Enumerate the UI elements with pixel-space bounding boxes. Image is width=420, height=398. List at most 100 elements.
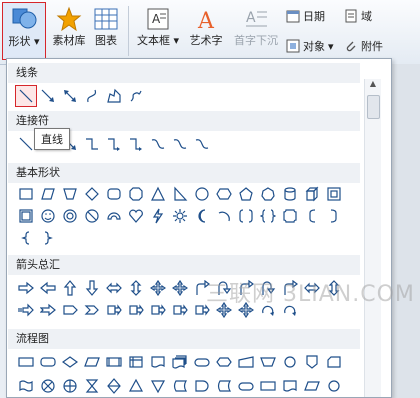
shape-flow-sort[interactable]	[103, 375, 125, 397]
shape-flow-process[interactable]	[257, 375, 279, 397]
shape-curved-connector[interactable]	[191, 133, 213, 155]
shape-trapezoid[interactable]	[59, 183, 81, 205]
shape-arrow-line[interactable]	[37, 85, 59, 107]
shape-arc[interactable]	[213, 205, 235, 227]
shape-elbow-arrow[interactable]	[125, 133, 147, 155]
dropcap-button[interactable]: A 首字下沉	[230, 6, 282, 48]
date-button[interactable]: 日期	[286, 8, 325, 24]
shape-elbow[interactable]	[81, 133, 103, 155]
shape-callout-arrow[interactable]	[169, 299, 191, 321]
shape-sun[interactable]	[169, 205, 191, 227]
shape-right-bracket[interactable]	[323, 205, 345, 227]
shape-scribble[interactable]	[125, 85, 147, 107]
attachment-button[interactable]: 附件	[344, 38, 383, 54]
shape-flow-collate[interactable]	[81, 375, 103, 397]
shape-flow-internal-storage[interactable]	[125, 351, 147, 373]
shape-flow-rounded[interactable]	[235, 375, 257, 397]
shape-flow-stored-data[interactable]	[213, 375, 235, 397]
shape-notched-arrow[interactable]	[37, 299, 59, 321]
shape-brace-pair[interactable]	[257, 205, 279, 227]
shape-cube[interactable]	[301, 183, 323, 205]
shape-curved-connector[interactable]	[169, 133, 191, 155]
shape-octagon[interactable]	[125, 183, 147, 205]
shape-flow-offpage[interactable]	[301, 351, 323, 373]
shape-bevel[interactable]	[15, 205, 37, 227]
shape-bracket-pair[interactable]	[235, 205, 257, 227]
shape-diamond[interactable]	[81, 183, 103, 205]
shape-quad-arrow[interactable]	[147, 277, 169, 299]
shape-pentagon-arrow[interactable]	[59, 299, 81, 321]
shape-triangle[interactable]	[147, 183, 169, 205]
shape-flow-multidocument[interactable]	[169, 351, 191, 373]
shape-flow-manual-operation[interactable]	[257, 351, 279, 373]
shape-flow-connector[interactable]	[323, 375, 345, 397]
shape-right-brace[interactable]	[37, 227, 59, 249]
shape-freeform[interactable]	[103, 85, 125, 107]
shape-flow-predefined[interactable]	[103, 351, 125, 373]
shape-circle[interactable]	[191, 183, 213, 205]
shape-double-arrow-line[interactable]	[59, 85, 81, 107]
shape-flow-process[interactable]	[15, 351, 37, 373]
shape-donut[interactable]	[59, 205, 81, 227]
shape-moon[interactable]	[191, 205, 213, 227]
shape-flow-data[interactable]	[81, 351, 103, 373]
shape-line[interactable]	[15, 85, 37, 107]
shape-smiley[interactable]	[37, 205, 59, 227]
shape-callout-arrow[interactable]	[103, 299, 125, 321]
shape-flow-decision[interactable]	[59, 351, 81, 373]
shape-flow-delay[interactable]	[191, 375, 213, 397]
shape-no-symbol[interactable]	[81, 205, 103, 227]
object-button[interactable]: 对象 ▾	[286, 38, 334, 54]
shape-callout-arrow[interactable]	[125, 299, 147, 321]
shape-left-bracket[interactable]	[301, 205, 323, 227]
shape-flow-stored-data[interactable]	[169, 375, 191, 397]
shape-parallelogram[interactable]	[37, 183, 59, 205]
shape-right-arrow[interactable]	[15, 277, 37, 299]
wordart-button[interactable]: A 艺术字	[186, 6, 226, 48]
shape-flow-document[interactable]	[279, 375, 301, 397]
shapes-button[interactable]: 形状 ▾	[2, 2, 46, 60]
field-button[interactable]: 域	[344, 8, 372, 24]
shape-flow-or[interactable]	[59, 375, 81, 397]
shape-flow-connector[interactable]	[279, 351, 301, 373]
shape-striped-arrow[interactable]	[15, 299, 37, 321]
shape-quad-arrow[interactable]	[169, 277, 191, 299]
textbox-button[interactable]: A 文本框 ▾	[134, 6, 182, 48]
shape-rect[interactable]	[15, 183, 37, 205]
shape-flow-alt-process[interactable]	[37, 351, 59, 373]
shape-right-triangle[interactable]	[169, 183, 191, 205]
shape-lightning[interactable]	[147, 205, 169, 227]
shape-left-brace[interactable]	[15, 227, 37, 249]
shape-flow-merge[interactable]	[147, 375, 169, 397]
shape-plaque[interactable]	[279, 205, 301, 227]
shape-flow-data[interactable]	[301, 375, 323, 397]
shape-curved-connector[interactable]	[147, 133, 169, 155]
shape-left-arrow[interactable]	[37, 277, 59, 299]
shape-hexagon[interactable]	[213, 183, 235, 205]
shape-chevron[interactable]	[81, 299, 103, 321]
chart-button[interactable]: 图表	[90, 6, 122, 48]
panel-scrollbar[interactable]: ▲	[364, 79, 381, 397]
shape-flow-punched-tape[interactable]	[15, 375, 37, 397]
shape-rounded-rect[interactable]	[103, 183, 125, 205]
shape-curve[interactable]	[81, 85, 103, 107]
shape-block-arc[interactable]	[103, 205, 125, 227]
shape-flow-card[interactable]	[323, 351, 345, 373]
shape-frame[interactable]	[323, 183, 345, 205]
scroll-up-arrow-icon[interactable]: ▲	[365, 79, 381, 93]
material-library-button[interactable]: 素材库	[50, 6, 88, 48]
shape-cylinder[interactable]	[279, 183, 301, 205]
shape-elbow-arrow[interactable]	[103, 133, 125, 155]
shape-flow-summing[interactable]	[37, 375, 59, 397]
shape-flow-preparation[interactable]	[213, 351, 235, 373]
shape-heptagon[interactable]	[257, 183, 279, 205]
shape-flow-extract[interactable]	[125, 375, 147, 397]
shape-down-arrow[interactable]	[81, 277, 103, 299]
shape-callout-arrow[interactable]	[147, 299, 169, 321]
shape-up-arrow[interactable]	[59, 277, 81, 299]
shape-pentagon[interactable]	[235, 183, 257, 205]
shape-flow-manual-input[interactable]	[235, 351, 257, 373]
shape-left-right-arrow[interactable]	[103, 277, 125, 299]
shape-heart[interactable]	[125, 205, 147, 227]
scroll-thumb[interactable]	[367, 95, 380, 119]
